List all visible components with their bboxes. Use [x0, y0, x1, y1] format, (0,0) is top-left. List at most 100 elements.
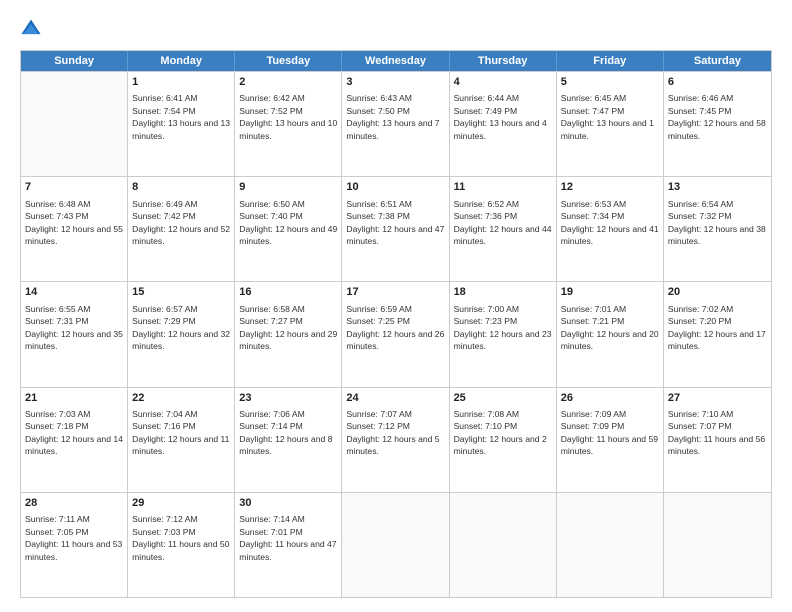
header: [20, 18, 772, 40]
cell-info: Sunrise: 7:08 AMSunset: 7:10 PMDaylight:…: [454, 408, 552, 458]
cal-cell: 23Sunrise: 7:06 AMSunset: 7:14 PMDayligh…: [235, 388, 342, 492]
day-number: 14: [25, 285, 123, 300]
cal-cell: [21, 72, 128, 176]
cell-info: Sunrise: 6:58 AMSunset: 7:27 PMDaylight:…: [239, 303, 337, 353]
day-number: 26: [561, 391, 659, 406]
day-number: 18: [454, 285, 552, 300]
cal-cell: 20 Sunrise: 7:02 AMSunset: 7:20 PMDayligh…: [664, 282, 771, 386]
day-number: 29: [132, 496, 230, 511]
cal-cell: 13 Sunrise: 6:54 AMSunset: 7:32 PMDayligh…: [664, 177, 771, 281]
cell-info: Sunrise: 6:41 AMSunset: 7:54 PMDaylight:…: [132, 92, 230, 142]
day-number: 4: [454, 75, 552, 90]
day-number: 10: [346, 180, 444, 195]
cal-cell: 25 Sunrise: 7:08 AMSunset: 7:10 PMDayligh…: [450, 388, 557, 492]
day-number: 24: [346, 391, 444, 406]
calendar-header: SundayMondayTuesdayWednesdayThursdayFrid…: [21, 51, 771, 71]
cell-info: Sunrise: 6:45 AMSunset: 7:47 PMDaylight:…: [561, 92, 659, 142]
day-number: 21: [25, 391, 123, 406]
day-number: 20: [668, 285, 767, 300]
cal-cell: 1 Sunrise: 6:41 AMSunset: 7:54 PMDaylight…: [128, 72, 235, 176]
day-number: 25: [454, 391, 552, 406]
cal-cell: 8 Sunrise: 6:49 AMSunset: 7:42 PMDaylight…: [128, 177, 235, 281]
cal-cell: 6 Sunrise: 6:46 AMSunset: 7:45 PMDaylight…: [664, 72, 771, 176]
week-4: 21 Sunrise: 7:03 AMSunset: 7:18 PMDayligh…: [21, 387, 771, 492]
cal-cell: 12 Sunrise: 6:53 AMSunset: 7:34 PMDayligh…: [557, 177, 664, 281]
day-header-tuesday: Tuesday: [235, 51, 342, 71]
day-number: 6: [668, 75, 767, 90]
cal-cell: 24 Sunrise: 7:07 AMSunset: 7:12 PMDayligh…: [342, 388, 449, 492]
day-number: 1: [132, 75, 230, 90]
cal-cell: 15 Sunrise: 6:57 AMSunset: 7:29 PMDayligh…: [128, 282, 235, 386]
day-number: 28: [25, 496, 123, 511]
cell-info: Sunrise: 6:59 AMSunset: 7:25 PMDaylight:…: [346, 303, 444, 353]
cal-cell: 30Sunrise: 7:14 AMSunset: 7:01 PMDayligh…: [235, 493, 342, 597]
cal-cell: [557, 493, 664, 597]
cal-cell: 16 Sunrise: 6:58 AMSunset: 7:27 PMDayligh…: [235, 282, 342, 386]
cell-info: Sunrise: 6:46 AMSunset: 7:45 PMDaylight:…: [668, 92, 767, 142]
cal-cell: 28 Sunrise: 7:11 AMSunset: 7:05 PMDayligh…: [21, 493, 128, 597]
day-number: 8: [132, 180, 230, 195]
cell-info: Sunrise: 6:54 AMSunset: 7:32 PMDaylight:…: [668, 198, 767, 248]
cal-cell: 7 Sunrise: 6:48 AMSunset: 7:43 PMDaylight…: [21, 177, 128, 281]
cell-info: Sunrise: 7:01 AMSunset: 7:21 PMDaylight:…: [561, 303, 659, 353]
day-number: 17: [346, 285, 444, 300]
cal-cell: 22Sunrise: 7:04 AMSunset: 7:16 PMDayligh…: [128, 388, 235, 492]
week-3: 14 Sunrise: 6:55 AMSunset: 7:31 PMDayligh…: [21, 281, 771, 386]
cal-cell: 9 Sunrise: 6:50 AMSunset: 7:40 PMDaylight…: [235, 177, 342, 281]
cell-info: Sunrise: 7:03 AMSunset: 7:18 PMDaylight:…: [25, 408, 123, 458]
cal-cell: 5Sunrise: 6:45 AMSunset: 7:47 PMDaylight…: [557, 72, 664, 176]
cal-cell: [342, 493, 449, 597]
week-1: 1 Sunrise: 6:41 AMSunset: 7:54 PMDaylight…: [21, 71, 771, 176]
cell-info: Sunrise: 6:53 AMSunset: 7:34 PMDaylight:…: [561, 198, 659, 248]
day-number: 2: [239, 75, 337, 90]
cell-info: Sunrise: 6:42 AMSunset: 7:52 PMDaylight:…: [239, 92, 337, 142]
day-number: 13: [668, 180, 767, 195]
week-5: 28 Sunrise: 7:11 AMSunset: 7:05 PMDayligh…: [21, 492, 771, 597]
day-number: 3: [346, 75, 444, 90]
day-number: 15: [132, 285, 230, 300]
cell-info: Sunrise: 7:07 AMSunset: 7:12 PMDaylight:…: [346, 408, 444, 458]
cal-cell: [664, 493, 771, 597]
cell-info: Sunrise: 7:12 AMSunset: 7:03 PMDaylight:…: [132, 513, 230, 563]
calendar-body: 1 Sunrise: 6:41 AMSunset: 7:54 PMDaylight…: [21, 71, 771, 597]
week-2: 7 Sunrise: 6:48 AMSunset: 7:43 PMDaylight…: [21, 176, 771, 281]
cell-info: Sunrise: 6:44 AMSunset: 7:49 PMDaylight:…: [454, 92, 552, 142]
cal-cell: 18 Sunrise: 7:00 AMSunset: 7:23 PMDayligh…: [450, 282, 557, 386]
cal-cell: 3 Sunrise: 6:43 AMSunset: 7:50 PMDaylight…: [342, 72, 449, 176]
cal-cell: 11 Sunrise: 6:52 AMSunset: 7:36 PMDayligh…: [450, 177, 557, 281]
day-number: 11: [454, 180, 552, 195]
day-number: 16: [239, 285, 337, 300]
day-number: 12: [561, 180, 659, 195]
cal-cell: 4 Sunrise: 6:44 AMSunset: 7:49 PMDaylight…: [450, 72, 557, 176]
cal-cell: 10Sunrise: 6:51 AMSunset: 7:38 PMDayligh…: [342, 177, 449, 281]
day-number: 7: [25, 180, 123, 195]
day-header-monday: Monday: [128, 51, 235, 71]
cell-info: Sunrise: 7:06 AMSunset: 7:14 PMDaylight:…: [239, 408, 337, 458]
cell-info: Sunrise: 7:04 AMSunset: 7:16 PMDaylight:…: [132, 408, 230, 458]
cell-info: Sunrise: 6:52 AMSunset: 7:36 PMDaylight:…: [454, 198, 552, 248]
cell-info: Sunrise: 6:49 AMSunset: 7:42 PMDaylight:…: [132, 198, 230, 248]
cell-info: Sunrise: 6:55 AMSunset: 7:31 PMDaylight:…: [25, 303, 123, 353]
day-number: 19: [561, 285, 659, 300]
page: SundayMondayTuesdayWednesdayThursdayFrid…: [0, 0, 792, 612]
day-header-saturday: Saturday: [664, 51, 771, 71]
cal-cell: 21 Sunrise: 7:03 AMSunset: 7:18 PMDayligh…: [21, 388, 128, 492]
cal-cell: 26Sunrise: 7:09 AMSunset: 7:09 PMDayligh…: [557, 388, 664, 492]
logo-icon: [20, 18, 42, 40]
cal-cell: 19 Sunrise: 7:01 AMSunset: 7:21 PMDayligh…: [557, 282, 664, 386]
calendar: SundayMondayTuesdayWednesdayThursdayFrid…: [20, 50, 772, 598]
cal-cell: 29 Sunrise: 7:12 AMSunset: 7:03 PMDayligh…: [128, 493, 235, 597]
cell-info: Sunrise: 6:43 AMSunset: 7:50 PMDaylight:…: [346, 92, 444, 142]
cell-info: Sunrise: 6:57 AMSunset: 7:29 PMDaylight:…: [132, 303, 230, 353]
cell-info: Sunrise: 6:48 AMSunset: 7:43 PMDaylight:…: [25, 198, 123, 248]
cell-info: Sunrise: 7:00 AMSunset: 7:23 PMDaylight:…: [454, 303, 552, 353]
day-number: 27: [668, 391, 767, 406]
cell-info: Sunrise: 7:10 AMSunset: 7:07 PMDaylight:…: [668, 408, 767, 458]
day-number: 9: [239, 180, 337, 195]
cell-info: Sunrise: 6:50 AMSunset: 7:40 PMDaylight:…: [239, 198, 337, 248]
cell-info: Sunrise: 7:02 AMSunset: 7:20 PMDaylight:…: [668, 303, 767, 353]
day-header-thursday: Thursday: [450, 51, 557, 71]
day-header-friday: Friday: [557, 51, 664, 71]
cal-cell: 14 Sunrise: 6:55 AMSunset: 7:31 PMDayligh…: [21, 282, 128, 386]
cell-info: Sunrise: 7:11 AMSunset: 7:05 PMDaylight:…: [25, 513, 123, 563]
